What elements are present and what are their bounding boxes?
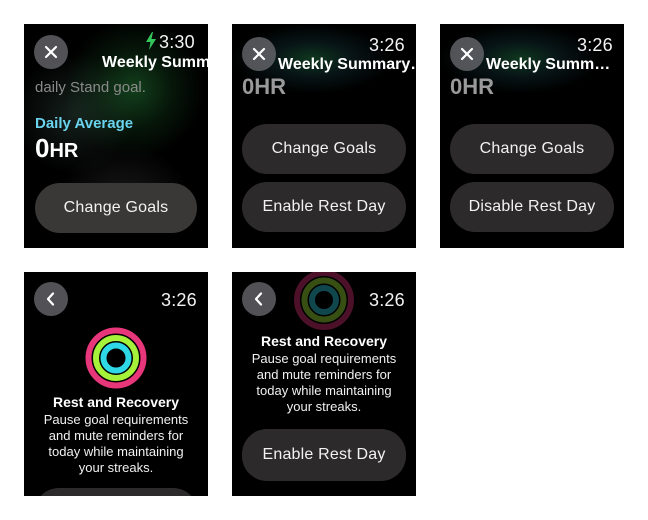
close-button[interactable] <box>242 37 276 71</box>
rest-recovery-description: Rest and Recovery Pause goal requirement… <box>232 333 416 415</box>
charging-bolt-icon <box>146 32 156 50</box>
clock-time: 3:30 <box>159 32 195 52</box>
change-goals-button[interactable]: Change Goals <box>242 124 406 174</box>
close-icon <box>460 47 474 61</box>
body-line: and mute reminders for <box>256 367 392 382</box>
clock-time: 3:26 <box>577 35 613 55</box>
close-button[interactable] <box>450 37 484 71</box>
change-goals-button[interactable]: Change Goals <box>450 124 614 174</box>
back-button[interactable] <box>242 282 276 316</box>
activity-rings-faded-icon <box>294 272 354 330</box>
rest-recovery-body: Pause goal requirements and mute reminde… <box>24 412 208 476</box>
chevron-left-icon <box>46 292 55 306</box>
value-unit: HR <box>49 140 79 162</box>
watch-screen-weekly-summary-options-rest-on: 0HR 3:26 Weekly Summ… Change Goals Disab… <box>440 24 624 248</box>
close-icon <box>44 45 58 59</box>
watch-screen-rest-and-recovery: 3:26 Rest and Recovery Pause goal requir… <box>24 272 208 496</box>
body-line: today while maintaining <box>256 383 392 398</box>
partial-value-text: 0HR <box>242 74 287 99</box>
partial-value-text: 0HR <box>450 74 495 99</box>
body-line: today while maintaining <box>48 444 184 459</box>
value-number: 0 <box>35 133 50 163</box>
chevron-left-icon <box>254 292 263 306</box>
body-line: your streaks. <box>78 460 154 475</box>
enable-rest-day-button[interactable]: Enable Rest Day <box>242 182 406 232</box>
partial-stand-goal-text: daily Stand goal. <box>35 79 146 96</box>
enable-rest-day-button[interactable]: Enable Rest Day <box>242 429 406 481</box>
clock-time: 3:26 <box>161 290 197 310</box>
activity-rings-icon <box>85 327 147 389</box>
disable-rest-day-button[interactable]: Disable Rest Day <box>450 182 614 232</box>
body-line: Pause goal requirements <box>251 351 397 366</box>
watch-screen-weekly-summary-options: 0HR 3:26 Weekly Summary… Change Goals En… <box>232 24 416 248</box>
daily-average-value: 0HR <box>35 133 78 164</box>
watch-screen-weekly-summary-average: 3:30 Weekly Summ… daily Stand goal. Dail… <box>24 24 208 248</box>
body-line: and mute reminders for <box>48 428 184 443</box>
screen-title: Weekly Summ… <box>486 56 611 73</box>
close-button[interactable] <box>34 35 68 69</box>
rest-recovery-heading: Rest and Recovery <box>260 333 388 349</box>
screen-title: Weekly Summ… <box>102 54 208 71</box>
change-goals-button[interactable]: Change Goals <box>35 183 197 233</box>
rest-recovery-heading: Rest and Recovery <box>52 394 180 410</box>
back-button[interactable] <box>34 282 68 316</box>
watch-screen-rest-and-recovery-scrolled: 3:26 Rest and Recovery Pause goal requir… <box>232 272 416 496</box>
rest-recovery-body: Pause goal requirements and mute reminde… <box>232 351 416 415</box>
daily-average-label: Daily Average <box>35 115 134 132</box>
body-line: Pause goal requirements <box>43 412 189 427</box>
clock-time: 3:26 <box>369 35 405 55</box>
body-line: your streaks. <box>286 399 362 414</box>
close-icon <box>252 47 266 61</box>
screen-title: Weekly Summary… <box>278 56 416 73</box>
rest-recovery-description: Rest and Recovery Pause goal requirement… <box>24 394 208 476</box>
clock-time: 3:26 <box>369 290 405 310</box>
partially-visible-button[interactable] <box>34 488 198 496</box>
